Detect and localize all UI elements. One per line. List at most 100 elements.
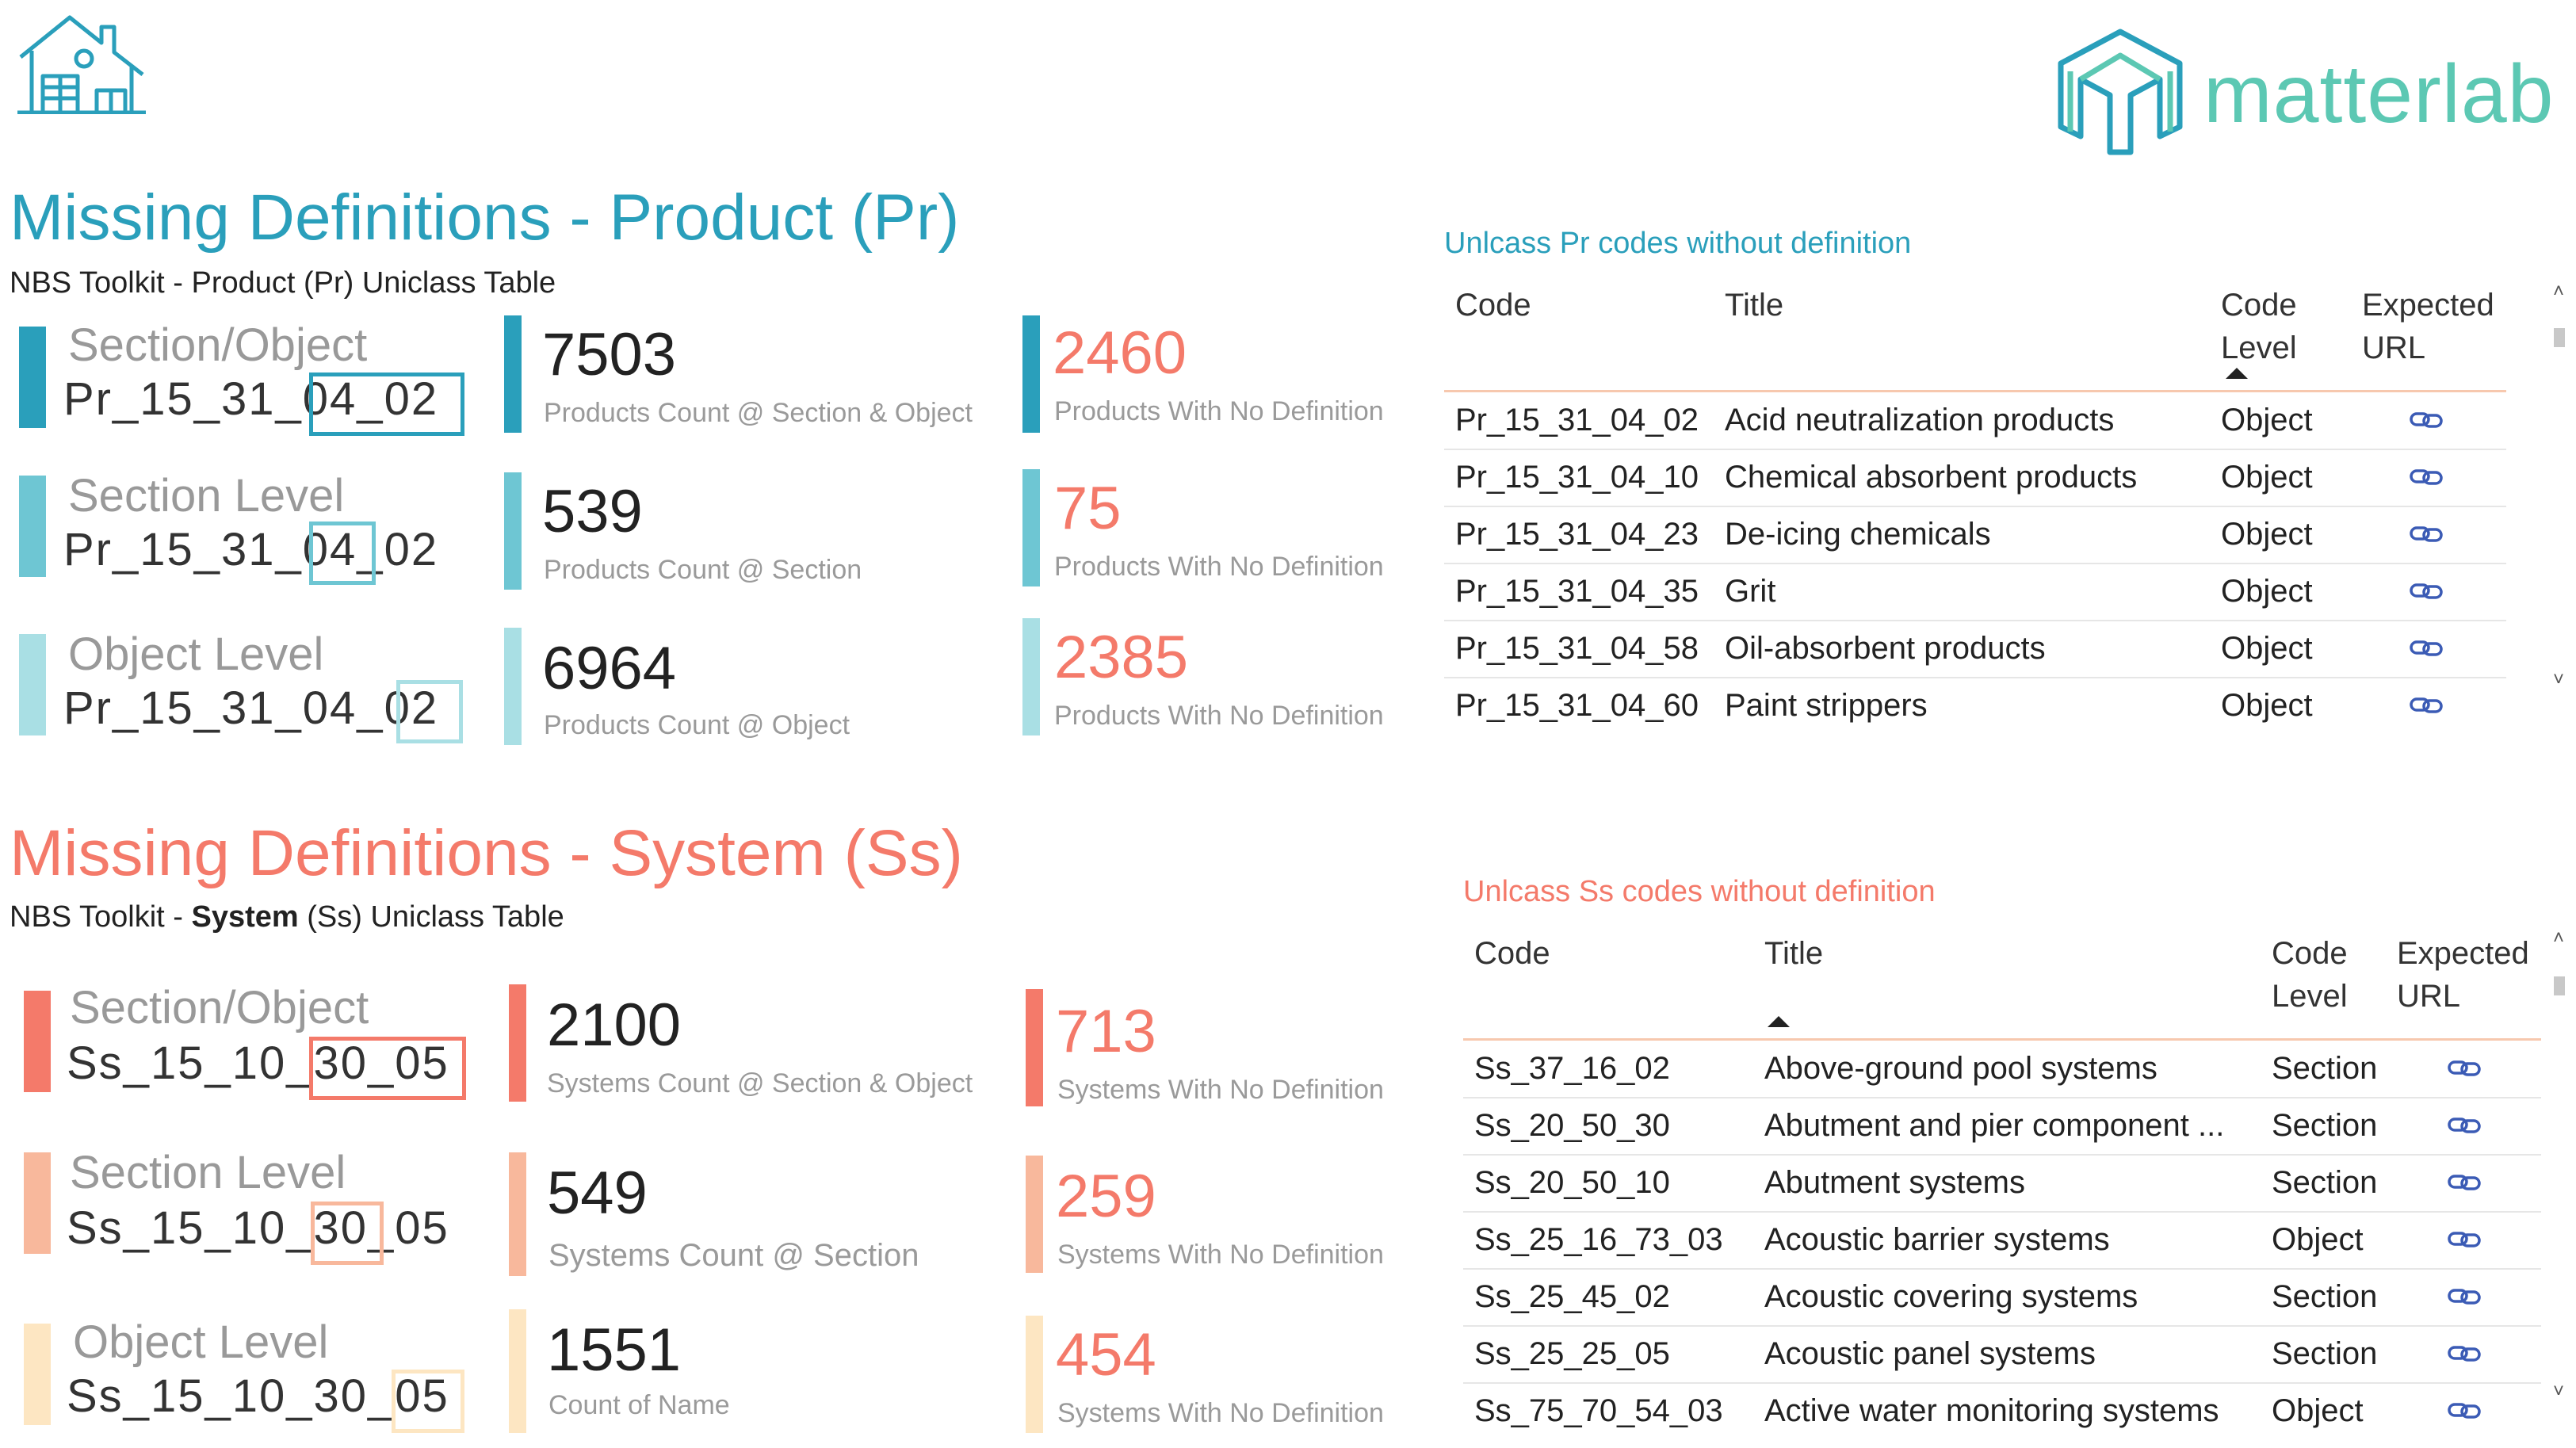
link-icon[interactable] [2410, 466, 2443, 488]
link-icon[interactable] [2448, 1171, 2481, 1194]
pr-table-title: Unlcass Pr codes without definition [1444, 227, 1912, 260]
link-icon[interactable] [2410, 580, 2443, 602]
table-row[interactable]: Ss_25_45_02 Acoustic covering systems Se… [1463, 1270, 2541, 1327]
card-label: Section/Object [68, 319, 368, 371]
link-icon[interactable] [2448, 1057, 2481, 1079]
table-row[interactable]: Ss_20_50_30 Abutment and pier component … [1463, 1098, 2541, 1156]
scroll-up-icon[interactable]: ˄ [2549, 281, 2568, 303]
table-row[interactable]: Pr_15_31_04_10 Chemical absorbent produc… [1444, 450, 2506, 507]
link-icon[interactable] [2410, 523, 2443, 545]
subtitle-text: NBS Toolkit - [10, 900, 192, 934]
table-row[interactable]: Ss_75_70_54_03 Active water monitoring s… [1463, 1384, 2541, 1441]
link-icon[interactable] [2448, 1343, 2481, 1365]
kpi-value: 7503 [542, 321, 677, 388]
table-row[interactable]: Ss_25_25_05 Acoustic panel systems Secti… [1463, 1327, 2541, 1384]
code-highlight-box [309, 522, 376, 585]
kpi-label: Products With No Definition [1054, 396, 1384, 426]
kpi-label: Systems Count @ Section & Object [547, 1068, 973, 1098]
system-section-title: Missing Definitions - System (Ss) [10, 817, 963, 889]
header-divider [1444, 390, 2506, 392]
cell-level: Section [2272, 1165, 2378, 1200]
subtitle-bold-text: System [191, 900, 299, 934]
cell-code: Pr_15_31_04_35 [1455, 574, 1699, 609]
house-icon [17, 15, 146, 114]
kpi-label: Products With No Definition [1054, 701, 1384, 731]
kpi-value: 1551 [547, 1316, 682, 1384]
ss-table-scrollbar[interactable]: ˄ ˅ [2549, 927, 2568, 1419]
scroll-down-icon[interactable]: ˅ [2549, 1381, 2568, 1403]
link-icon[interactable] [2410, 637, 2443, 659]
table-row[interactable]: Ss_20_50_10 Abutment systems Section [1463, 1156, 2541, 1213]
table-row[interactable]: Ss_37_16_02 Above-ground pool systems Se… [1463, 1041, 2541, 1098]
column-header-title[interactable]: Title [1725, 284, 1783, 327]
link-icon[interactable] [2410, 409, 2443, 431]
table-row[interactable]: Pr_15_31_04_58 Oil-absorbent products Ob… [1444, 621, 2506, 678]
scroll-down-icon[interactable]: ˅ [2549, 669, 2568, 691]
cell-title: Above-ground pool systems [1764, 1051, 2157, 1086]
kpi-value: 454 [1056, 1321, 1156, 1389]
column-header-expected-url[interactable]: Expected URL [2397, 932, 2540, 1018]
kpi-color-bar [1026, 1316, 1043, 1433]
table-row[interactable]: Pr_15_31_04_60 Paint strippers Object [1444, 678, 2506, 735]
table-row[interactable]: Ss_25_16_73_03 Acoustic barrier systems … [1463, 1213, 2541, 1270]
kpi-label: Systems With No Definition [1057, 1075, 1384, 1105]
cell-title: Acoustic covering systems [1764, 1279, 2138, 1314]
kpi-color-bar [1026, 1156, 1043, 1273]
column-header-code[interactable]: Code [1455, 284, 1531, 327]
cell-level: Object [2221, 688, 2313, 723]
cell-title: Grit [1725, 574, 1776, 609]
cell-title: Acoustic barrier systems [1764, 1222, 2110, 1257]
column-header-expected-url[interactable]: Expected URL [2362, 284, 2505, 369]
scroll-thumb[interactable] [2554, 328, 2565, 347]
code-highlight-box [392, 1370, 464, 1433]
cell-level: Section [2272, 1108, 2378, 1143]
kpi-value: 259 [1056, 1163, 1156, 1230]
link-icon[interactable] [2448, 1114, 2481, 1137]
kpi-color-bar [509, 1309, 526, 1433]
column-header-code-level[interactable]: Code Level [2272, 932, 2367, 1018]
cell-level: Object [2221, 574, 2313, 609]
code-highlight-box [396, 680, 463, 743]
column-header-code[interactable]: Code [1474, 932, 1550, 975]
pr-table-scrollbar[interactable]: ˄ ˅ [2549, 281, 2568, 709]
card-code: Ss_15_10_30_05 [67, 1202, 449, 1254]
card-color-bar [19, 634, 46, 735]
cell-code: Ss_25_16_73_03 [1474, 1222, 1723, 1257]
cell-code: Pr_15_31_04_23 [1455, 517, 1699, 552]
link-icon[interactable] [2410, 694, 2443, 716]
link-icon[interactable] [2448, 1228, 2481, 1251]
cell-code: Ss_20_50_30 [1474, 1108, 1670, 1143]
kpi-value: 2460 [1053, 319, 1187, 387]
table-row[interactable]: Pr_15_31_04_35 Grit Object [1444, 564, 2506, 621]
card-color-bar [19, 476, 46, 577]
code-highlight-box [311, 1202, 384, 1265]
product-section-title: Missing Definitions - Product (Pr) [10, 181, 960, 254]
cell-title: Paint strippers [1725, 688, 1928, 723]
kpi-label: Products Count @ Section & Object [544, 398, 973, 428]
link-icon[interactable] [2448, 1286, 2481, 1308]
scroll-thumb[interactable] [2554, 976, 2565, 995]
kpi-label: Systems With No Definition [1057, 1240, 1384, 1270]
cell-level: Object [2221, 403, 2313, 437]
kpi-value: 6964 [542, 635, 677, 702]
kpi-value: 549 [547, 1160, 648, 1227]
header-divider [1463, 1038, 2541, 1041]
kpi-label: Products Count @ Section [544, 555, 862, 585]
ss-table-title: Unlcass Ss codes without definition [1463, 875, 1936, 908]
cell-code: Pr_15_31_04_10 [1455, 460, 1699, 495]
cell-code: Ss_37_16_02 [1474, 1051, 1670, 1086]
card-label: Section Level [68, 470, 345, 522]
kpi-label: Systems Count @ Section [548, 1238, 919, 1273]
table-row[interactable]: Pr_15_31_04_02 Acid neutralization produ… [1444, 393, 2506, 450]
kpi-value: 539 [542, 478, 643, 545]
card-label: Object Level [73, 1316, 329, 1368]
column-header-title[interactable]: Title [1764, 932, 1823, 975]
column-header-code-level[interactable]: Code Level [2221, 284, 2316, 369]
kpi-color-bar [1022, 469, 1040, 586]
table-row[interactable]: Pr_15_31_04_23 De-icing chemicals Object [1444, 507, 2506, 564]
kpi-label: Products Count @ Object [544, 710, 850, 740]
link-icon[interactable] [2448, 1400, 2481, 1422]
kpi-label: Products With No Definition [1054, 552, 1384, 582]
scroll-up-icon[interactable]: ˄ [2549, 927, 2568, 949]
subtitle-text: (Ss) Uniclass Table [298, 900, 564, 934]
